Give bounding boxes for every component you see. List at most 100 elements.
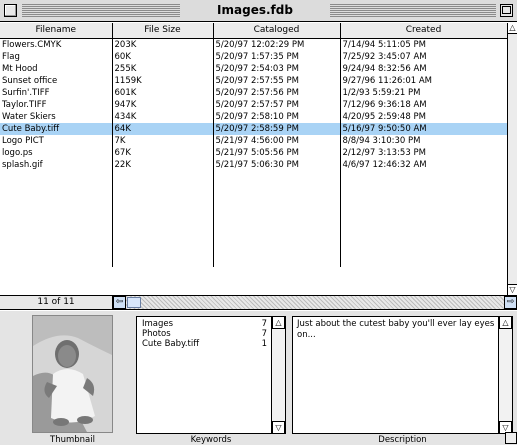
empty-cell	[213, 254, 341, 267]
cell-filename: Mt Hood	[0, 62, 113, 75]
grow-box-icon[interactable]	[505, 432, 517, 444]
detail-panel: Images 7 Photos 7 Cute Baby.tiff 1 △ ▽ Just a…	[0, 311, 517, 445]
keyword-item[interactable]: Photos 7	[137, 329, 285, 339]
thumbnail-label: Thumbnail	[50, 435, 95, 445]
cell-created: 8/8/94 3:10:30 PM	[340, 134, 507, 147]
scroll-right-arrow-icon[interactable]: ⇨	[504, 296, 517, 309]
cell-file-size: 255K	[112, 62, 214, 75]
cell-filename: splash.gif	[0, 158, 113, 171]
scroll-down-arrow-icon[interactable]: ▽	[508, 284, 517, 295]
description-scroll-up-icon[interactable]: △	[499, 316, 512, 329]
empty-cell	[340, 254, 507, 267]
title-bar[interactable]: Images.fdb	[0, 0, 517, 22]
keywords-scrollbar[interactable]: △ ▽	[271, 316, 285, 434]
empty-cell	[112, 206, 214, 219]
empty-cell	[0, 242, 113, 255]
cell-cataloged: 5/21/97 5:06:30 PM	[213, 158, 341, 171]
table-row[interactable]: Logo PICT 7K 5/21/97 4:56:00 PM 8/8/94 3:10…	[0, 134, 507, 147]
empty-row	[0, 230, 507, 243]
table-row[interactable]: splash.gif 22K 5/21/97 5:06:30 PM 4/6/97 12…	[0, 158, 507, 171]
cell-cataloged: 5/20/97 2:57:55 PM	[213, 74, 341, 87]
keyword-name: Photos	[142, 329, 171, 339]
empty-cell	[112, 254, 214, 267]
table-row[interactable]: Water Skiers 434K 5/20/97 2:58:10 PM 4/20/9…	[0, 110, 507, 123]
column-header-file-size[interactable]: File Size	[112, 23, 214, 39]
table-row[interactable]: logo.ps 67K 5/21/97 5:05:56 PM 2/12/97 3:13…	[0, 146, 507, 159]
empty-row	[0, 170, 507, 183]
baby-photo-icon	[33, 316, 112, 432]
title-stripes-left	[22, 4, 180, 17]
empty-cell	[112, 170, 214, 183]
table-row[interactable]: Surfin'.TIFF 601K 5/20/97 2:57:56 PM 1/2/93…	[0, 86, 507, 99]
keywords-list[interactable]: Images 7 Photos 7 Cute Baby.tiff 1 △ ▽	[136, 316, 286, 434]
cell-filename: Cute Baby.tiff	[0, 122, 113, 135]
cell-filename: Flowers.CMYK	[0, 38, 113, 51]
column-header-created[interactable]: Created	[340, 23, 507, 39]
table-row[interactable]: Flowers.CMYK 203K 5/20/97 12:02:29 PM 7/14/…	[0, 38, 507, 51]
empty-cell	[0, 182, 113, 195]
cell-created: 9/27/96 11:26:01 AM	[340, 74, 507, 87]
table-row[interactable]: Mt Hood 255K 5/20/97 2:54:03 PM 9/24/94 8:3…	[0, 62, 507, 75]
table-row[interactable]: Sunset office 1159K 5/20/97 2:57:55 PM 9/27…	[0, 74, 507, 87]
cell-filename: Flag	[0, 50, 113, 63]
empty-cell	[213, 206, 341, 219]
table-header: Filename File Size Cataloged Created	[0, 23, 507, 39]
cell-created: 7/25/92 3:45:07 AM	[340, 50, 507, 63]
table-row[interactable]: Flag 60K 5/20/97 1:57:35 PM 7/25/92 3:45:07…	[0, 50, 507, 63]
cell-created: 1/2/93 5:59:21 PM	[340, 86, 507, 99]
keywords-scroll-down-icon[interactable]: ▽	[272, 421, 285, 434]
empty-cell	[0, 194, 113, 207]
table-vertical-scrollbar[interactable]: △ ▽	[507, 23, 517, 295]
close-box-icon[interactable]	[4, 4, 17, 17]
scroll-left-arrow-icon[interactable]: ⇦	[113, 296, 126, 309]
empty-cell	[340, 242, 507, 255]
table-row[interactable]: Taylor.TIFF 947K 5/20/97 2:57:57 PM 7/12/96…	[0, 98, 507, 111]
cell-file-size: 60K	[112, 50, 214, 63]
empty-row	[0, 254, 507, 267]
record-count: 11 of 11	[0, 296, 113, 309]
cell-created: 2/12/97 3:13:53 PM	[340, 146, 507, 159]
keyword-item[interactable]: Images 7	[137, 319, 285, 329]
cell-cataloged: 5/21/97 5:05:56 PM	[213, 146, 341, 159]
scroll-thumb[interactable]	[127, 297, 141, 308]
empty-cell	[112, 182, 214, 195]
zoom-box-icon[interactable]	[500, 4, 513, 17]
cell-created: 5/16/97 9:50:50 AM	[340, 122, 507, 135]
cell-file-size: 64K	[112, 122, 214, 135]
description-label: Description	[378, 435, 427, 445]
description-scrollbar[interactable]: △ ▽	[498, 316, 512, 434]
cell-file-size: 7K	[112, 134, 214, 147]
status-bar: 11 of 11 ⇦ ⇨	[0, 295, 517, 310]
empty-cell	[112, 242, 214, 255]
keyword-count: 1	[261, 339, 267, 349]
keyword-count: 7	[261, 319, 267, 329]
cell-cataloged: 5/20/97 1:57:35 PM	[213, 50, 341, 63]
keywords-scroll-up-icon[interactable]: △	[272, 316, 285, 329]
horizontal-scrollbar[interactable]: ⇦ ⇨	[113, 296, 517, 309]
empty-cell	[0, 170, 113, 183]
cell-cataloged: 5/20/97 12:02:29 PM	[213, 38, 341, 51]
cell-created: 7/14/94 5:11:05 PM	[340, 38, 507, 51]
empty-cell	[340, 194, 507, 207]
empty-cell	[340, 206, 507, 219]
empty-row	[0, 182, 507, 195]
scroll-up-arrow-icon[interactable]: △	[508, 23, 517, 34]
thumbnail-image[interactable]	[32, 315, 113, 433]
keyword-item[interactable]: Cute Baby.tiff 1	[137, 339, 285, 349]
empty-cell	[213, 170, 341, 183]
empty-cell	[213, 194, 341, 207]
cell-filename: Water Skiers	[0, 110, 113, 123]
cell-file-size: 22K	[112, 158, 214, 171]
column-header-filename[interactable]: Filename	[0, 23, 113, 39]
description-text[interactable]: Just about the cutest baby you'll ever l…	[293, 317, 512, 341]
description-field[interactable]: Just about the cutest baby you'll ever l…	[292, 316, 513, 434]
table-row[interactable]: Cute Baby.tiff 64K 5/20/97 2:58:59 PM 5/16/…	[0, 122, 507, 135]
cell-created: 4/20/95 2:59:48 PM	[340, 110, 507, 123]
empty-cell	[340, 170, 507, 183]
column-header-cataloged[interactable]: Cataloged	[213, 23, 341, 39]
empty-cell	[213, 218, 341, 231]
cell-cataloged: 5/20/97 2:57:56 PM	[213, 86, 341, 99]
cell-cataloged: 5/21/97 4:56:00 PM	[213, 134, 341, 147]
empty-cell	[112, 218, 214, 231]
cell-created: 7/12/96 9:36:18 AM	[340, 98, 507, 111]
